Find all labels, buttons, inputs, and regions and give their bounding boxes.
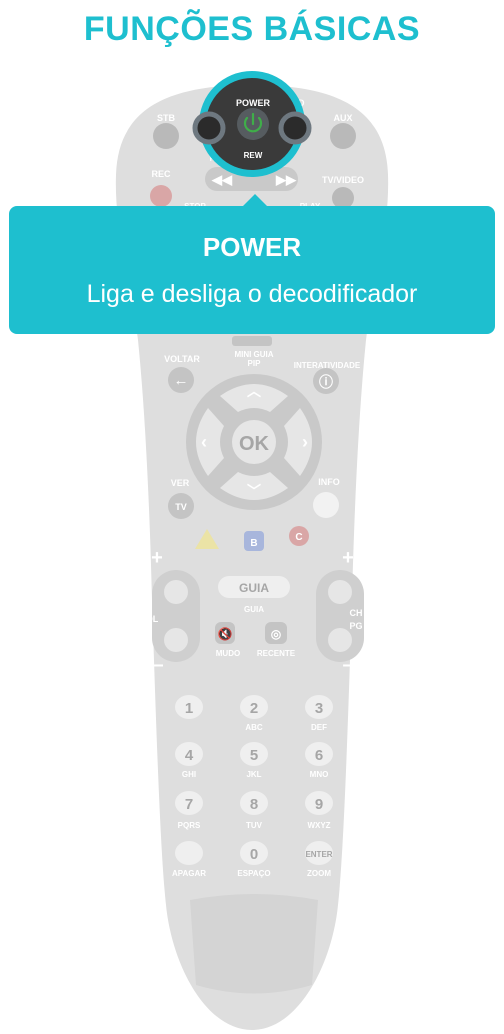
apagar-button[interactable] — [175, 841, 203, 865]
tooltip-description: Liga e desliga o decodificador — [86, 280, 418, 308]
key-3-letters: DEF — [311, 723, 327, 732]
vol-up-button[interactable] — [164, 580, 188, 604]
stb-button[interactable] — [153, 123, 179, 149]
power-label: POWER — [236, 98, 271, 108]
key-9-letters: WXYZ — [307, 821, 330, 830]
menu-button-edge[interactable] — [232, 336, 272, 346]
key-6-letters: MNO — [310, 770, 329, 779]
vol-down-button[interactable] — [164, 628, 188, 652]
tvvideo-label: TV/VIDEO — [322, 175, 364, 185]
aux-button[interactable] — [330, 123, 356, 149]
ok-label: OK — [239, 433, 270, 455]
enter-label: ENTER — [305, 850, 332, 859]
info-label: INFO — [318, 477, 340, 487]
dvd-dark-button — [278, 111, 312, 145]
info-button[interactable] — [313, 492, 339, 518]
zoom-label: ZOOM — [307, 869, 331, 878]
ch-up-button[interactable] — [328, 580, 352, 604]
voltar-label: VOLTAR — [164, 354, 200, 364]
rewind-icon[interactable]: ◀◀ — [211, 172, 233, 187]
guia-label: GUIA — [244, 605, 264, 614]
back-arrow-icon: ← — [174, 372, 189, 389]
ch-down-button[interactable] — [328, 628, 352, 652]
tv-label: TV — [175, 502, 187, 512]
key-9-digit: 9 — [315, 796, 323, 813]
key-5-letters: JKL — [246, 770, 261, 779]
apagar-label: APAGAR — [172, 869, 206, 878]
mute-icon: 🔇 — [218, 627, 233, 641]
rec-button[interactable] — [150, 185, 172, 207]
tooltip-title: POWER — [202, 232, 302, 262]
mudo-label: MUDO — [216, 649, 240, 658]
stb-dark-button — [192, 111, 226, 145]
guia-button-label: GUIA — [239, 581, 269, 595]
info-i-icon: ⓘ — [319, 374, 333, 390]
b-label: B — [250, 538, 257, 549]
stb-label: STB — [157, 113, 176, 123]
rec-label: REC — [151, 169, 171, 179]
recent-icon: ◎ — [271, 627, 282, 641]
key-3-digit: 3 — [315, 700, 323, 717]
key-4-letters: GHI — [182, 770, 196, 779]
key-8-letters: TUV — [246, 821, 263, 830]
ch-plus-sign: + — [342, 547, 354, 569]
mini-guia-label: MINI GUIA — [234, 350, 273, 359]
c-label: C — [295, 532, 302, 543]
chevron-right-icon: › — [302, 432, 308, 452]
key-2-digit: 2 — [250, 700, 258, 717]
espaco-label: ESPAÇO — [237, 869, 270, 878]
rew-mark: REW — [244, 151, 263, 160]
pip-label: PIP — [248, 359, 262, 368]
pg-label: PG — [349, 621, 362, 631]
key-6-digit: 6 — [315, 747, 323, 764]
key-1-digit: 1 — [185, 700, 193, 717]
aux-label: AUX — [333, 113, 352, 123]
key-8-digit: 8 — [250, 796, 258, 813]
recente-label: RECENTE — [257, 649, 296, 658]
key-2-letters: ABC — [245, 723, 263, 732]
ch-label: CH — [350, 608, 363, 618]
ver-label: VER — [171, 478, 190, 488]
bottom-plate — [190, 894, 318, 994]
chevron-up-icon: ︿ — [247, 383, 261, 399]
fast-forward-icon[interactable]: ▶▶ — [275, 172, 297, 187]
vol-label: VOL — [140, 614, 159, 624]
key-7-letters: PQRS — [178, 821, 201, 830]
remote-control: STB AUX DVD REC TV/VIDEO ◀◀ ▶▶ REW FF ST… — [115, 71, 389, 1030]
chevron-down-icon: ﹀ — [247, 483, 261, 499]
vol-plus-sign: + — [151, 547, 163, 569]
key-4-digit: 4 — [185, 747, 194, 764]
key-7-digit: 7 — [185, 796, 193, 813]
key-5-digit: 5 — [250, 747, 258, 764]
tooltip-panel: POWER Liga e desliga o decodificador — [9, 206, 495, 334]
chevron-left-icon: ‹ — [201, 432, 207, 452]
key-0-digit: 0 — [250, 846, 258, 863]
